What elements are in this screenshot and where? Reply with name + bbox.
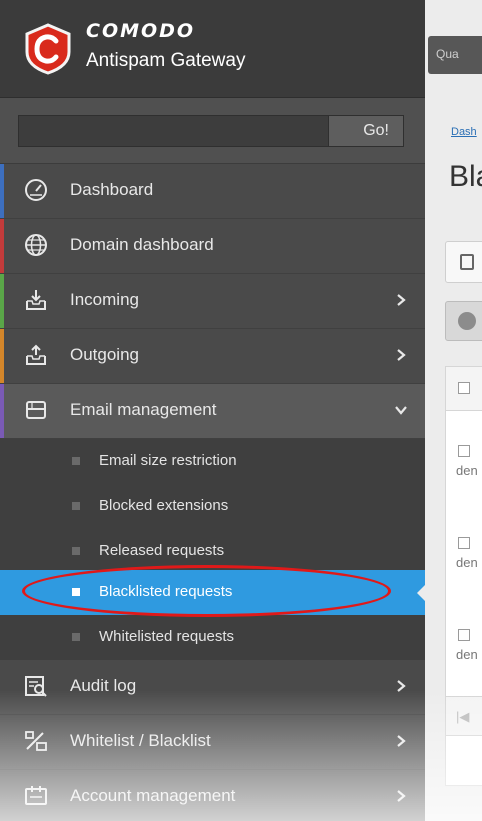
submenu-bullet [72, 457, 80, 465]
nav-stripe [0, 329, 4, 383]
top-nav-button[interactable]: Qua [428, 36, 482, 74]
submenu-item-label: Blocked extensions [99, 497, 229, 514]
sidebar: COMODO Antispam Gateway Go! Dashboard Do… [0, 0, 425, 821]
outbox-upload-icon [26, 344, 46, 365]
nav-stripe [0, 384, 4, 438]
table-header [446, 367, 482, 411]
main-content: Dash Bla den den den |◀ [425, 98, 482, 821]
chevron-down-icon [395, 406, 407, 415]
chevron-right-icon [397, 294, 406, 306]
submenu-bullet [72, 547, 80, 555]
breadcrumb[interactable]: Dash [451, 126, 477, 138]
sidebar-item-label: Incoming [70, 290, 139, 309]
sidebar-item-outgoing[interactable]: Outgoing [0, 329, 425, 384]
submenu-item-label: Released requests [99, 542, 225, 559]
nav-stripe [0, 164, 4, 218]
sidebar-item-account-management[interactable]: Account management [0, 770, 425, 821]
row-checkbox[interactable] [458, 537, 470, 549]
sidebar-item-label: Whitelist / Blacklist [70, 731, 211, 750]
annotation-highlight-ring [22, 565, 391, 617]
sidebar-item-label: Account management [70, 786, 236, 805]
submenu-item-label: Email size restriction [99, 452, 237, 469]
sidebar-item-whitelist-blacklist[interactable]: Whitelist / Blacklist [0, 715, 425, 770]
account-card-icon [25, 786, 47, 805]
nav-stripe [0, 219, 4, 273]
submenu-bullet [72, 633, 80, 641]
sidebar-item-label: Email management [70, 400, 217, 419]
table-cell: den [456, 463, 478, 478]
go-button[interactable]: Go! [328, 115, 404, 147]
sidebar-item-incoming[interactable]: Incoming [0, 274, 425, 329]
toolbar-action-button[interactable] [445, 301, 482, 341]
sidebar-item-email-management[interactable]: Email management [0, 384, 425, 439]
chevron-right-icon [397, 680, 406, 692]
submenu-item-label: Whitelisted requests [99, 628, 235, 645]
submenu-item-whitelisted-requests[interactable]: Whitelisted requests [0, 615, 425, 660]
sidebar-search: Go! [0, 98, 425, 164]
sidebar-item-domain-dashboard[interactable]: Domain dashboard [0, 219, 425, 274]
comodo-logo-icon [25, 23, 71, 75]
pagination-first[interactable]: |◀ [445, 696, 482, 736]
dashboard-gauge-icon [25, 179, 47, 201]
sidebar-item-label: Domain dashboard [70, 235, 214, 254]
search-input[interactable] [18, 115, 328, 147]
percent-list-icon [25, 731, 47, 751]
sidebar-item-label: Outgoing [70, 345, 139, 364]
globe-icon [25, 234, 47, 256]
sidebar-item-label: Audit log [70, 676, 137, 695]
row-checkbox[interactable] [458, 629, 470, 641]
selection-pointer [417, 583, 427, 603]
sidebar-item-audit-log[interactable]: Audit log [0, 660, 425, 715]
select-all-checkbox[interactable] [458, 382, 470, 394]
brand-product: Antispam Gateway [86, 50, 246, 71]
page-title: Bla [449, 160, 482, 193]
circle-arrow-icon [458, 312, 476, 330]
email-tray-icon [26, 401, 46, 419]
inbox-download-icon [26, 290, 46, 310]
brand-header: COMODO Antispam Gateway [0, 0, 425, 98]
brand-name: COMODO [86, 20, 196, 42]
chevron-right-icon [397, 790, 406, 802]
row-checkbox[interactable] [458, 445, 470, 457]
submenu-bullet [72, 502, 80, 510]
app-root: COMODO Antispam Gateway Go! Dashboard Do… [0, 0, 482, 821]
table-cell: den [456, 647, 478, 662]
sidebar-item-label: Dashboard [70, 180, 154, 199]
nav-stripe [0, 274, 4, 328]
submenu-item-email-size-restriction[interactable]: Email size restriction [0, 439, 425, 484]
chevron-right-icon [397, 349, 406, 361]
document-icon [460, 254, 474, 270]
toolbar-document-button[interactable] [445, 241, 482, 283]
submenu-item-blocked-extensions[interactable]: Blocked extensions [0, 484, 425, 529]
chevron-right-icon [397, 735, 406, 747]
audit-log-search-icon [25, 676, 47, 697]
sidebar-item-dashboard[interactable]: Dashboard [0, 164, 425, 219]
table-cell: den [456, 555, 478, 570]
